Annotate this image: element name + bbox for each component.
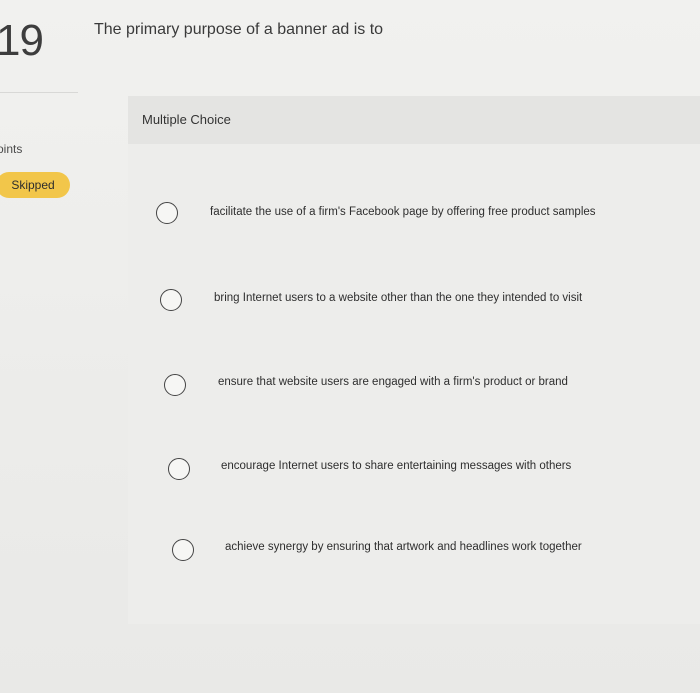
radio-circle-icon[interactable] [156, 202, 178, 224]
status-badge: Skipped [0, 172, 70, 198]
choice-label: bring Internet users to a website other … [214, 292, 583, 304]
radio-circle-icon[interactable] [168, 458, 190, 480]
answer-type-header: Multiple Choice [128, 96, 700, 144]
choice-label: achieve synergy by ensuring that artwork… [225, 541, 582, 553]
choice-option-5[interactable]: achieve synergy by ensuring that artwork… [128, 514, 700, 574]
choice-option-1[interactable]: facilitate the use of a firm's Facebook … [128, 184, 700, 244]
radio-circle-icon[interactable] [172, 539, 194, 561]
choice-label: ensure that website users are engaged wi… [218, 376, 568, 388]
choice-option-4[interactable]: encourage Internet users to share entert… [128, 434, 700, 494]
choice-label: facilitate the use of a firm's Facebook … [210, 206, 596, 218]
question-number: 19 [0, 16, 44, 65]
question-prompt: The primary purpose of a banner ad is to [94, 21, 384, 38]
choice-option-3[interactable]: ensure that website users are engaged wi… [128, 350, 700, 410]
choice-label: encourage Internet users to share entert… [221, 460, 572, 472]
choice-option-2[interactable]: bring Internet users to a website other … [128, 268, 700, 328]
answer-type-label: Multiple Choice [142, 112, 231, 127]
sidebar-divider [0, 92, 78, 93]
radio-circle-icon[interactable] [160, 289, 182, 311]
choices-list: facilitate the use of a firm's Facebook … [128, 144, 700, 624]
question-sidebar: 19 oints Skipped [0, 0, 78, 693]
radio-circle-icon[interactable] [164, 374, 186, 396]
points-label: oints [0, 142, 23, 156]
quiz-page: 19 oints Skipped The primary purpose of … [0, 0, 700, 693]
